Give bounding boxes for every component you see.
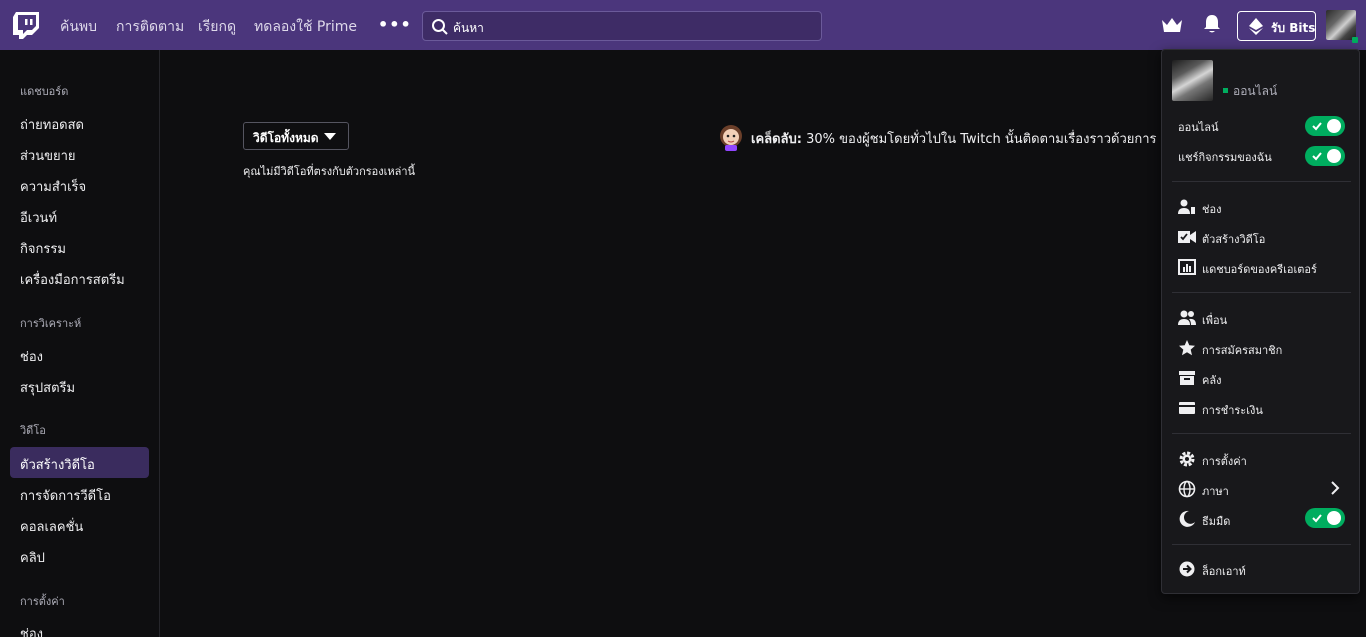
logout-icon	[1179, 561, 1195, 577]
search-input[interactable]: ค้นหา	[422, 11, 822, 41]
menu-item-label: การชำระเงิน	[1202, 404, 1263, 417]
online-toggle[interactable]	[1305, 116, 1345, 136]
video-filter-label: วิดีโอทั้งหมด	[253, 131, 319, 145]
sidebar-item-channel-analytics[interactable]: ช่อง	[20, 346, 43, 367]
sidebar-item-video-management[interactable]: การจัดการวีดีโอ	[20, 485, 111, 506]
menu-item-label: ล็อกเอาท์	[1202, 565, 1246, 578]
channel-icon	[1178, 199, 1195, 214]
notifications-bell-icon[interactable]	[1203, 14, 1221, 34]
sidebar-item-activity[interactable]: กิจกรรม	[20, 238, 66, 259]
check-icon	[1312, 122, 1322, 131]
share-activity-toggle-label: แชร์กิจกรรมของฉัน	[1178, 151, 1272, 164]
dashboard-sidebar: แดชบอร์ด ถ่ายทอดสด ส่วนขยาย ความสำเร็จ อ…	[0, 50, 160, 637]
menu-item-label: คลัง	[1202, 374, 1222, 387]
sidebar-item-stream-summary[interactable]: สรุปสตรีม	[20, 377, 75, 398]
nav-link-prime-trial[interactable]: ทดลองใช้ Prime	[254, 16, 357, 38]
sidebar-item-live[interactable]: ถ่ายทอดสด	[20, 114, 84, 135]
tip-text: 30% ของผู้ชมโดยทั่วไปใน Twitch นั้นติดตา…	[801, 132, 1157, 147]
sidebar-item-clips[interactable]: คลิป	[20, 547, 45, 568]
more-options-button[interactable]: •••	[378, 15, 412, 34]
menu-status-text: ออนไลน์	[1233, 84, 1278, 98]
menu-item-label: ภาษา	[1202, 485, 1229, 498]
moon-icon	[1179, 510, 1195, 527]
menu-item-label: การสมัครสมาชิก	[1202, 344, 1283, 357]
tip-mascot-icon	[720, 125, 742, 151]
search-placeholder: ค้นหา	[453, 21, 484, 35]
menu-divider	[1172, 292, 1351, 293]
search-icon	[432, 19, 448, 35]
check-icon	[1312, 152, 1322, 161]
inventory-icon	[1179, 371, 1195, 385]
twitch-logo-icon[interactable]	[13, 12, 39, 39]
sidebar-item-video-producer[interactable]: ตัวสร้างวิดีโอ	[10, 447, 149, 478]
tip-banner: เคล็ดลับ: 30% ของผู้ชมโดยทั่วไปใน Twitch…	[751, 128, 1161, 149]
menu-item-label: ตัวสร้างวิดีโอ	[1202, 233, 1266, 246]
menu-item-label: ช่อง	[1202, 203, 1222, 216]
sidebar-item-label: ตัวสร้างวิดีโอ	[20, 458, 95, 473]
nav-link-discover[interactable]: ค้นพบ	[60, 16, 97, 38]
sidebar-heading-video: วิดีโอ	[20, 424, 46, 437]
menu-item-label: การตั้งค่า	[1202, 455, 1247, 468]
sidebar-heading-analytics: การวิเคราะห์	[20, 317, 82, 330]
dark-theme-toggle[interactable]	[1305, 508, 1345, 528]
video-producer-icon	[1178, 231, 1196, 243]
dashboard-icon	[1178, 259, 1196, 275]
get-bits-button[interactable]: รับ Bits	[1237, 11, 1316, 41]
online-status-dot	[1352, 37, 1358, 43]
empty-state-message: คุณไม่มีวิดีโอที่ตรงกับตัวกรองเหล่านี้	[243, 165, 416, 178]
menu-item-label: ธีมมืด	[1202, 515, 1231, 528]
sidebar-item-stream-tools[interactable]: เครื่องมือการสตรีม	[20, 269, 125, 290]
nav-link-following[interactable]: การติดตาม	[116, 16, 184, 38]
user-menu-dropdown: ออนไลน์ ออนไลน์ แชร์กิจกรรมของฉัน ช่อง ต…	[1161, 49, 1360, 594]
globe-icon	[1178, 480, 1196, 498]
online-toggle-label: ออนไลน์	[1178, 121, 1219, 134]
menu-item-label: เพื่อน	[1202, 314, 1228, 327]
share-activity-toggle[interactable]	[1305, 146, 1345, 166]
top-navigation-bar: ค้นพบ การติดตาม เรียกดู ทดลองใช้ Prime •…	[0, 0, 1366, 50]
sidebar-heading-dashboard: แดชบอร์ด	[20, 85, 69, 98]
sidebar-item-achievements[interactable]: ความสำเร็จ	[20, 176, 86, 197]
crown-icon[interactable]	[1161, 16, 1183, 34]
chevron-right-icon	[1331, 481, 1340, 495]
nav-link-browse[interactable]: เรียกดู	[198, 16, 236, 38]
menu-item-label: แดชบอร์ดของครีเอเตอร์	[1202, 263, 1317, 276]
friends-icon	[1178, 310, 1196, 325]
sidebar-heading-settings: การตั้งค่า	[20, 595, 65, 608]
online-status-dot	[1223, 88, 1228, 93]
tip-label: เคล็ดลับ:	[751, 132, 802, 147]
sidebar-item-extensions[interactable]: ส่วนขยาย	[20, 145, 76, 166]
sidebar-item-events[interactable]: อีเวนท์	[20, 207, 57, 228]
user-avatar[interactable]	[1326, 10, 1356, 40]
bits-icon	[1249, 18, 1263, 35]
menu-divider	[1172, 433, 1351, 434]
video-filter-dropdown[interactable]: วิดีโอทั้งหมด	[243, 122, 349, 150]
menu-avatar	[1172, 60, 1213, 101]
sidebar-item-collections[interactable]: คอลเลคชั่น	[20, 516, 83, 537]
gear-icon	[1179, 451, 1195, 467]
sidebar-item-channel-settings[interactable]: ช่อง	[20, 623, 43, 637]
caret-down-icon	[324, 133, 336, 140]
star-icon	[1179, 340, 1195, 356]
menu-divider	[1172, 544, 1351, 545]
get-bits-label: รับ Bits	[1271, 21, 1316, 35]
wallet-icon	[1179, 402, 1195, 414]
menu-divider	[1172, 181, 1351, 182]
check-icon	[1312, 514, 1322, 523]
